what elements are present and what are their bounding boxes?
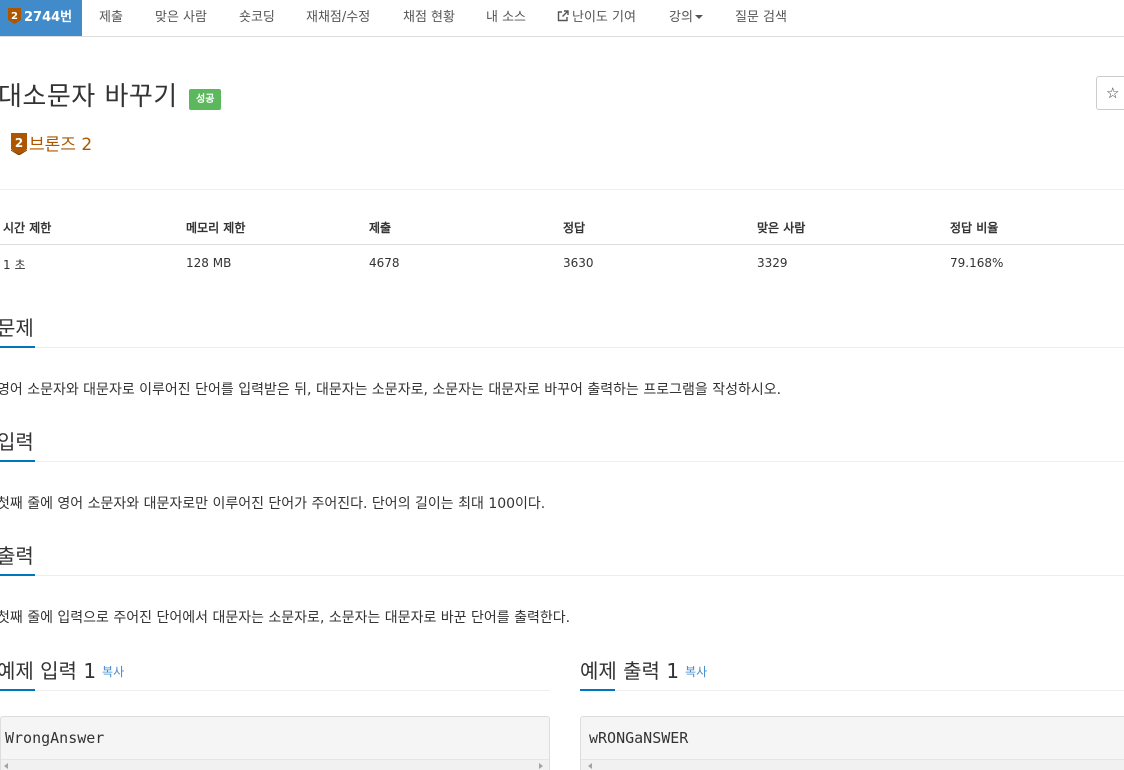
sample-input-code: WrongAnswer [5,729,105,747]
sample-output-title: 예제 출력 1 [580,659,680,683]
nav-lecture-label: 강의 [669,10,693,25]
star-button[interactable]: ☆ [1096,76,1124,110]
input-text: 첫째 줄에 영어 소문자와 대문자로만 이루어진 단어가 주어진다. 단어의 길… [0,496,546,512]
sample-output-box[interactable]: wRONGaNSWER [580,716,1124,770]
sample-output-code: wRONGaNSWER [589,729,689,747]
sample-input-heading: 예제 입력 1 복사 [0,655,124,684]
nav-difficulty-contribution[interactable]: 난이도 기여 [557,0,636,36]
external-link-icon [557,10,569,22]
result-success-label: 성공 [189,89,222,110]
nav-difficulty-label: 난이도 기여 [572,10,636,25]
scroll-left-icon[interactable] [4,763,8,769]
sample-output-heading: 예제 출력 1 복사 [580,655,707,684]
heading-underline [0,460,35,462]
tier-name: 브론즈 2 [29,135,93,155]
horizontal-scrollbar[interactable] [1,759,549,770]
bronze-tier-icon: 2 [8,8,21,24]
sample-input-title: 예제 입력 1 [0,659,97,683]
nav-submit[interactable]: 제출 [99,0,123,36]
star-icon: ☆ [1106,84,1120,102]
problem-title: 대소문자 바꾸기 [0,82,178,112]
nav-accepted-users[interactable]: 맞은 사람 [155,0,207,36]
divider [0,575,1124,576]
svg-text:2: 2 [11,11,18,22]
heading-underline [0,574,35,576]
table-header-divider [0,244,1124,245]
cell-solved-users: 3329 [757,256,788,270]
sample-input-box[interactable]: WrongAnswer [0,716,550,770]
description-text: 영어 소문자와 대문자로 이루어진 단어를 입력받은 뒤, 대문자는 소문자로,… [0,382,782,398]
nav-problem-number-label: 2744번 [24,10,73,25]
heading-underline [580,689,615,691]
nav-my-source[interactable]: 내 소스 [486,0,526,36]
input-heading: 입력 [0,430,34,454]
nav-rejudge[interactable]: 재채점/수정 [306,0,370,36]
cell-submissions: 4678 [369,256,400,270]
header-accepted: 정답 [563,221,586,235]
cell-memory-limit: 128 MB [186,256,232,270]
copy-input-button[interactable]: 복사 [102,665,124,679]
nav-status[interactable]: 채점 현황 [403,0,455,36]
cell-time-limit: 1 초 [3,258,26,272]
copy-output-button[interactable]: 복사 [685,665,707,679]
output-heading: 출력 [0,544,34,568]
nav-lecture-dropdown[interactable]: 강의 [669,0,703,36]
bronze-tier-icon: 2 [10,133,28,156]
cell-accepted: 3630 [563,256,594,270]
caret-down-icon [694,15,703,19]
nav-short-coding[interactable]: 숏코딩 [239,0,275,36]
nav-question-search[interactable]: 질문 검색 [735,0,787,36]
divider [0,690,550,691]
scroll-left-icon[interactable] [588,763,592,769]
output-text: 첫째 줄에 입력으로 주어진 단어에서 대문자는 소문자로, 소문자는 대문자로… [0,610,571,626]
header-accept-ratio: 정답 비율 [950,221,999,235]
problem-menu: 2 2744번 제출 맞은 사람 숏코딩 재채점/수정 채점 현황 내 소스 난… [0,0,1124,37]
svg-text:2: 2 [15,136,23,150]
header-memory-limit: 메모리 제한 [186,221,246,235]
nav-problem-number[interactable]: 2 2744번 [0,0,82,36]
description-heading: 문제 [0,316,34,340]
heading-underline [0,689,35,691]
divider [580,690,1124,691]
scroll-right-icon[interactable] [539,763,543,769]
heading-underline [0,346,35,348]
divider [0,189,1124,190]
header-time-limit: 시간 제한 [3,221,52,235]
divider [0,461,1124,462]
horizontal-scrollbar[interactable] [581,759,1124,770]
header-submissions: 제출 [369,221,392,235]
cell-accept-ratio: 79.168% [950,256,1004,270]
problem-tier[interactable]: 2 브론즈 2 [10,130,93,156]
header-solved-users: 맞은 사람 [757,221,806,235]
divider [0,347,1124,348]
